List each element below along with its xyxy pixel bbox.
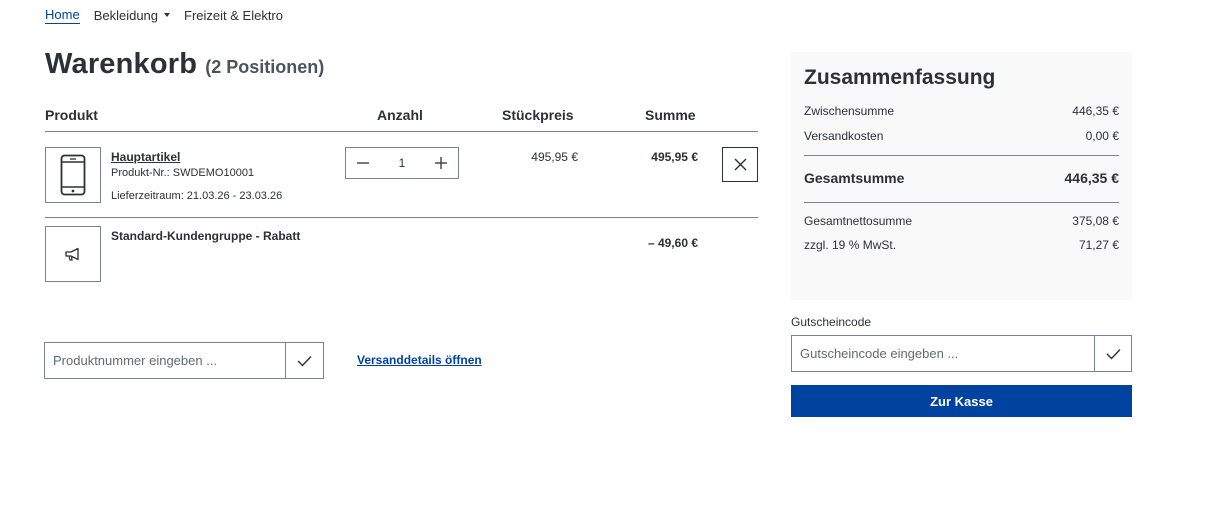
nav-item-bekleidung[interactable]: Bekleidung: [93, 6, 171, 24]
shipping-label: Versandkosten: [804, 129, 884, 143]
tax-value: 71,27 €: [1078, 238, 1119, 252]
remove-item-button[interactable]: [722, 147, 758, 182]
add-product-form: Produktnummer eingeben ...: [44, 342, 324, 379]
nav-item-label: Home: [45, 6, 80, 22]
plus-icon: [435, 157, 447, 169]
main-navigation: Home Bekleidung Freizeit & Elektro: [45, 5, 297, 25]
order-summary: Zusammenfassung Zwischensumme 446,35 € V…: [791, 52, 1132, 300]
nav-item-label: Freizeit & Elektro: [184, 7, 283, 23]
discount-image: [45, 226, 101, 282]
shipping-value: 0,00 €: [1085, 129, 1119, 143]
cart-table-header: Produkt Anzahl Stückpreis Summe: [45, 104, 758, 132]
megaphone-icon: [65, 247, 79, 261]
discount-name: Standard-Kundengruppe - Rabatt: [111, 229, 301, 243]
total-label: Gesamtsumme: [804, 170, 905, 186]
cart-count: (2 Positionen): [205, 57, 325, 77]
tax-label: zzgl. 19 % MwSt.: [804, 238, 897, 252]
line-total: 495,95 €: [651, 150, 698, 164]
checkout-button[interactable]: Zur Kasse: [791, 385, 1132, 417]
voucher-submit-button[interactable]: [1094, 335, 1132, 372]
discount-total: – 49,60 €: [647, 236, 698, 250]
voucher-input[interactable]: Gutscheincode eingeben ...: [791, 335, 1094, 372]
cart-discount-item: Standard-Kundengruppe - Rabatt – 49,60 €: [45, 218, 758, 288]
voucher-label: Gutscheincode: [791, 315, 872, 329]
product-name-link[interactable]: Hauptartikel: [111, 150, 180, 164]
smartphone-icon: [60, 154, 86, 196]
product-number: Produkt-Nr.: SWDEMO10001: [111, 167, 255, 179]
shipping-details-link[interactable]: Versanddetails öffnen: [357, 353, 482, 367]
quantity-value[interactable]: 1: [399, 156, 406, 170]
subtotal-label: Zwischensumme: [804, 104, 895, 118]
product-image[interactable]: [45, 147, 101, 203]
minus-icon: [357, 162, 369, 164]
header-product: Produkt: [45, 107, 98, 123]
close-icon: [734, 158, 746, 171]
decrease-quantity-button[interactable]: [356, 156, 370, 170]
page-title: Warenkorb (2 Positionen): [45, 48, 324, 81]
increase-quantity-button[interactable]: [434, 156, 448, 170]
caret-down-icon: [164, 13, 171, 17]
nav-item-home[interactable]: Home: [45, 6, 80, 24]
summary-net-row: Gesamtnettosumme 375,08 €: [804, 214, 1119, 228]
cart-line-item: Hauptartikel Produkt-Nr.: SWDEMO10001 Li…: [45, 132, 758, 218]
checkmark-icon: [297, 355, 312, 367]
header-unit-price: Stückpreis: [502, 107, 574, 123]
nav-item-label: Bekleidung: [93, 7, 159, 23]
header-total: Summe: [645, 107, 696, 123]
summary-shipping-row: Versandkosten 0,00 €: [804, 129, 1119, 156]
add-product-submit-button[interactable]: [285, 342, 324, 379]
net-label: Gesamtnettosumme: [804, 214, 913, 228]
net-value: 375,08 €: [1072, 214, 1119, 228]
product-number-input[interactable]: Produktnummer eingeben ...: [44, 342, 285, 379]
summary-total-row: Gesamtsumme 446,35 €: [804, 170, 1119, 203]
subtotal-value: 446,35 €: [1072, 104, 1119, 118]
header-quantity: Anzahl: [377, 107, 423, 123]
unit-price: 495,95 €: [531, 150, 578, 164]
summary-subtotal-row: Zwischensumme 446,35 €: [804, 104, 1119, 118]
cart-title: Warenkorb: [45, 48, 198, 80]
voucher-form: Gutscheincode eingeben ...: [791, 335, 1132, 372]
summary-title: Zusammenfassung: [804, 66, 996, 89]
total-value: 446,35 €: [1064, 170, 1120, 186]
delivery-period: Lieferzeitraum: 21.03.26 - 23.03.26: [111, 190, 283, 202]
summary-tax-row: zzgl. 19 % MwSt. 71,27 €: [804, 238, 1119, 252]
nav-item-freizeit-elektro[interactable]: Freizeit & Elektro: [184, 6, 283, 24]
quantity-stepper: 1: [345, 147, 459, 179]
checkmark-icon: [1106, 348, 1121, 360]
